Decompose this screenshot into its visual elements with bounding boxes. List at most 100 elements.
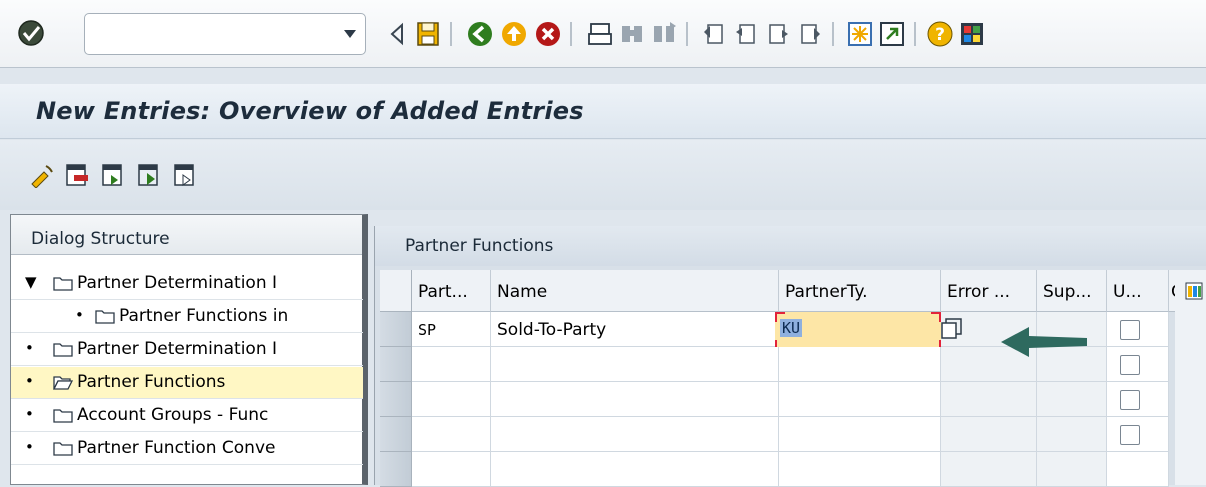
tree-item-label: Partner Function Conve <box>77 438 276 458</box>
folder-icon <box>53 409 73 423</box>
layout-icon[interactable] <box>958 20 986 48</box>
unique-checkbox[interactable] <box>1120 320 1140 340</box>
table-cell-partner-function[interactable] <box>412 347 491 382</box>
change-icon[interactable] <box>28 162 54 188</box>
tree-item-partner-determination-2[interactable]: • Partner Determination I <box>11 334 363 366</box>
table-cell-supplement <box>1037 452 1107 487</box>
folder-icon <box>95 310 115 324</box>
partner-functions-panel: Partner Functions Part... Name PartnerTy… <box>374 226 1206 487</box>
tree-item-partner-function-conversion[interactable]: • Partner Function Conve <box>11 433 363 465</box>
select-block-icon[interactable] <box>136 162 162 188</box>
partner-function-value: SP <box>418 321 437 339</box>
last-page-icon[interactable] <box>796 20 824 48</box>
column-header-partner-type[interactable]: PartnerTy. <box>779 270 941 312</box>
table-cell-supplement <box>1037 382 1107 417</box>
expand-icon[interactable]: ▼ <box>25 273 37 291</box>
row-selector[interactable] <box>380 312 412 347</box>
unique-checkbox[interactable] <box>1120 425 1140 445</box>
value-help-icon[interactable] <box>941 318 963 340</box>
tree-item-label: Partner Functions <box>77 372 226 392</box>
shortcut-icon[interactable] <box>878 20 906 48</box>
cancel-icon[interactable] <box>534 20 562 48</box>
row-selector[interactable] <box>380 347 412 382</box>
table-cell-error <box>941 382 1037 417</box>
page-title: New Entries: Overview of Added Entries <box>36 97 584 125</box>
next-page-icon[interactable] <box>764 20 792 48</box>
table-cell-name <box>491 417 779 452</box>
tree-item-label: Partner Determination I <box>77 273 278 293</box>
table-cell-name <box>491 382 779 417</box>
tree-item-label: Partner Functions in <box>119 306 289 326</box>
find-next-icon <box>654 22 676 42</box>
select-all-icon[interactable] <box>100 162 126 188</box>
name-value: Sold-To-Party <box>497 320 607 340</box>
table-cell-partner-function[interactable] <box>412 452 491 487</box>
toolbar-separator <box>686 22 688 46</box>
deselect-all-icon[interactable] <box>172 162 198 188</box>
table-cell-unique <box>1107 312 1169 347</box>
table-cell-partner-function[interactable] <box>412 382 491 417</box>
table-cell-error <box>941 417 1037 452</box>
bullet-icon: • <box>25 372 34 390</box>
table-cell-partner-type[interactable] <box>779 382 941 417</box>
system-toolbar: ? <box>0 0 1206 68</box>
back-icon[interactable] <box>384 20 412 48</box>
bullet-icon: • <box>25 405 34 423</box>
help-icon[interactable]: ? <box>926 20 954 48</box>
table-cell-unique <box>1107 452 1169 487</box>
ok-icon[interactable] <box>16 18 46 48</box>
select-all-corner[interactable] <box>380 270 412 312</box>
folder-icon <box>53 277 73 291</box>
row-selector[interactable] <box>380 417 412 452</box>
table-cell-unique <box>1107 382 1169 417</box>
nav-back-icon[interactable] <box>466 20 494 48</box>
column-header-error[interactable]: Error ... <box>941 270 1037 312</box>
column-header-name[interactable]: Name <box>491 270 779 312</box>
exit-icon[interactable] <box>500 20 528 48</box>
table-cell-partner-type[interactable] <box>779 347 941 382</box>
toolbar-separator <box>914 22 916 46</box>
table-cell-partner-type[interactable] <box>779 452 941 487</box>
svg-text:?: ? <box>935 25 945 45</box>
unique-checkbox[interactable] <box>1120 355 1140 375</box>
column-header-unique[interactable]: U... <box>1107 270 1169 312</box>
column-header-partner-function[interactable]: Part... <box>412 270 491 312</box>
delete-icon[interactable] <box>64 162 90 188</box>
table-cell-partner-type[interactable] <box>779 417 941 452</box>
command-input[interactable] <box>93 22 323 46</box>
find-icon <box>622 26 642 42</box>
tree-item-partner-functions-in[interactable]: • Partner Functions in <box>11 301 363 333</box>
focus-corner <box>931 312 941 322</box>
table-cell-name <box>491 452 779 487</box>
print-icon[interactable] <box>586 20 614 48</box>
partner-functions-table: Part... Name PartnerTy. Error ... Sup...… <box>375 270 1206 487</box>
table-settings-icon[interactable] <box>1185 282 1203 300</box>
dialog-structure-panel: Dialog Structure ▼ Partner Determination… <box>10 214 368 485</box>
unique-checkbox[interactable] <box>1120 390 1140 410</box>
table-cell-partner-function[interactable]: SP <box>412 312 491 347</box>
tree-item-label: Account Groups - Func <box>77 405 269 425</box>
tree-item-partner-functions[interactable]: • Partner Functions <box>11 367 363 399</box>
bullet-icon: • <box>25 339 34 357</box>
row-selector[interactable] <box>380 452 412 487</box>
folder-icon <box>53 343 73 357</box>
table-cell-name <box>491 347 779 382</box>
column-header-supplement[interactable]: Sup... <box>1037 270 1107 312</box>
table-settings-strip <box>1175 270 1206 485</box>
partner-type-input[interactable]: KU <box>775 312 941 350</box>
tree-item-account-groups[interactable]: • Account Groups - Func <box>11 400 363 432</box>
annotation-arrow-icon <box>1001 327 1087 357</box>
save-icon[interactable] <box>414 20 442 48</box>
chevron-down-icon[interactable] <box>343 29 357 39</box>
prev-page-icon[interactable] <box>732 20 760 48</box>
create-session-icon[interactable] <box>846 20 874 48</box>
toolbar-separator <box>570 22 572 46</box>
command-field[interactable] <box>84 13 366 55</box>
title-bar: New Entries: Overview of Added Entries <box>0 84 1206 139</box>
table-cell-partner-function[interactable] <box>412 417 491 452</box>
tree-item-partner-determination[interactable]: ▼ Partner Determination I <box>11 268 363 300</box>
open-folder-icon <box>53 376 73 390</box>
row-selector[interactable] <box>380 382 412 417</box>
table-cell-error <box>941 452 1037 487</box>
first-page-icon[interactable] <box>700 20 728 48</box>
